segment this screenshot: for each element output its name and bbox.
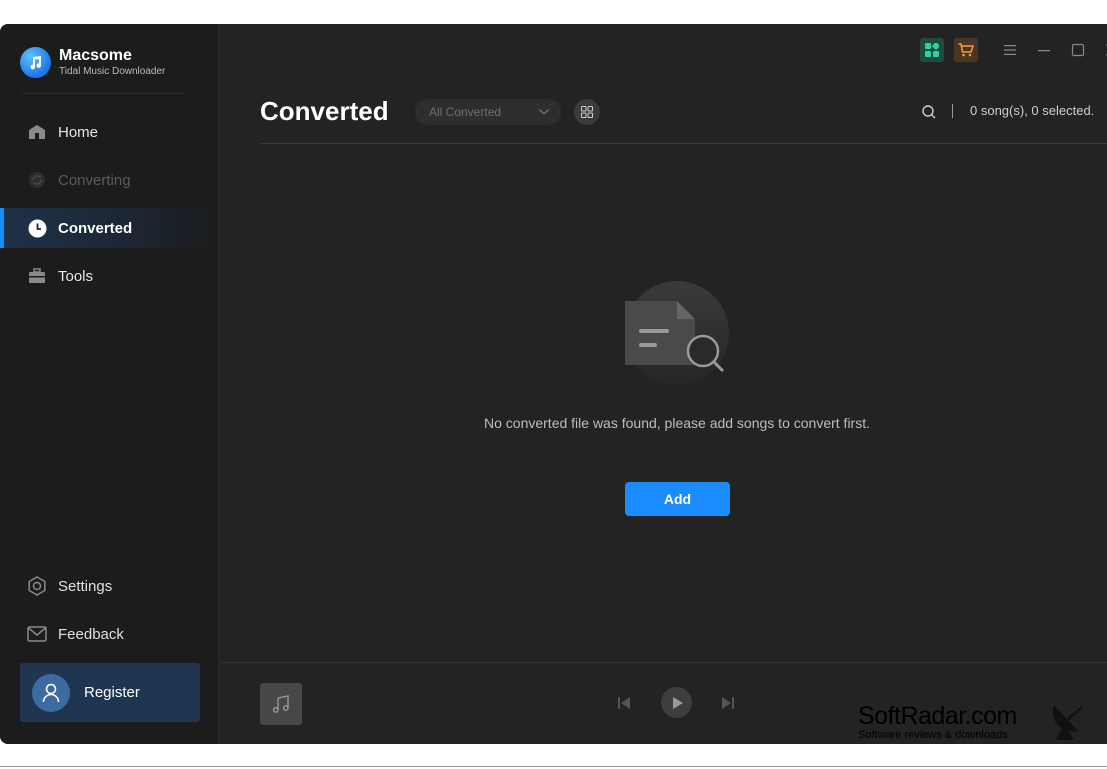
sidebar-item-converted[interactable]: Converted	[0, 208, 219, 248]
menu-button[interactable]	[998, 38, 1022, 62]
apps-button[interactable]	[920, 38, 944, 62]
register-button[interactable]: Register	[20, 663, 200, 722]
empty-state-message: No converted file was found, please add …	[484, 415, 870, 431]
music-note-icon	[272, 695, 289, 713]
play-button[interactable]	[661, 687, 692, 718]
app-logo-icon	[20, 47, 51, 78]
sidebar-item-tools[interactable]: Tools	[0, 256, 219, 296]
sidebar-item-label: Tools	[58, 267, 94, 285]
sidebar-item-label: Feedback	[58, 625, 124, 643]
watermark-title: SoftRadar.com	[858, 702, 1017, 730]
maximize-button[interactable]	[1066, 38, 1090, 62]
cart-icon	[958, 43, 974, 57]
screen-bottom-edge	[0, 766, 1107, 767]
user-icon	[42, 683, 60, 702]
filter-value: All Converted	[429, 105, 502, 119]
clock-icon	[27, 218, 47, 238]
file-search-icon	[625, 301, 725, 373]
avatar	[32, 673, 70, 712]
song-count: 0 song(s), 0 selected.	[970, 103, 1095, 118]
skip-previous-icon	[618, 697, 630, 709]
app-window: Macsome Tidal Music Downloader Home Conv…	[0, 24, 1107, 744]
next-button[interactable]	[720, 695, 736, 716]
menu-icon	[1004, 45, 1016, 55]
watermark-subtitle: Software reviews & downloads	[858, 729, 1008, 741]
sidebar-nav: Home Converting Converted Tools	[0, 112, 219, 304]
sidebar-item-settings[interactable]: Settings	[0, 566, 219, 606]
sidebar-item-feedback[interactable]: Feedback	[0, 614, 219, 654]
toolbox-icon	[27, 266, 47, 286]
sidebar-bottom-nav: Settings Feedback	[0, 566, 219, 662]
empty-state-illustration	[625, 281, 729, 385]
header-separator	[952, 104, 953, 118]
maximize-icon	[1071, 43, 1085, 57]
mail-icon	[27, 624, 47, 644]
apps-grid-icon	[925, 43, 939, 57]
sidebar-item-label: Home	[58, 123, 99, 141]
previous-button[interactable]	[616, 695, 632, 716]
minimize-icon	[1038, 50, 1050, 52]
sidebar-item-converting[interactable]: Converting	[0, 160, 219, 200]
skip-next-icon	[722, 697, 734, 709]
sidebar: Macsome Tidal Music Downloader Home Conv…	[0, 24, 219, 744]
search-icon	[922, 105, 936, 119]
satellite-dish-icon	[1052, 705, 1083, 740]
grid-view-button[interactable]	[574, 99, 600, 125]
search-button[interactable]	[921, 104, 937, 120]
window-controls	[920, 38, 1107, 62]
add-button[interactable]: Add	[625, 482, 730, 516]
track-artwork	[260, 683, 302, 725]
page-title: Converted	[260, 96, 389, 126]
play-icon	[672, 696, 683, 709]
register-label: Register	[84, 684, 140, 701]
header-divider	[260, 143, 1107, 144]
brand-title: Macsome	[59, 47, 132, 64]
close-button[interactable]	[1100, 38, 1107, 62]
minimize-button[interactable]	[1032, 38, 1056, 62]
grid-icon	[581, 106, 593, 118]
main-panel: Converted All Converted 0 song(s), 0 sel…	[220, 24, 1107, 744]
sidebar-item-label: Converting	[58, 171, 131, 189]
gear-icon	[27, 576, 47, 596]
chevron-down-icon	[539, 109, 549, 115]
brand: Macsome Tidal Music Downloader	[20, 47, 165, 78]
brand-divider	[22, 93, 184, 94]
brand-subtitle: Tidal Music Downloader	[59, 66, 166, 77]
sidebar-item-home[interactable]: Home	[0, 112, 219, 152]
watermark: SoftRadar.com Software reviews & downloa…	[858, 702, 1083, 741]
cart-button[interactable]	[954, 38, 978, 62]
sidebar-item-label: Converted	[58, 219, 133, 237]
filter-dropdown[interactable]: All Converted	[415, 99, 561, 125]
home-icon	[27, 122, 47, 142]
converting-icon	[27, 170, 47, 190]
sidebar-item-label: Settings	[58, 577, 113, 595]
